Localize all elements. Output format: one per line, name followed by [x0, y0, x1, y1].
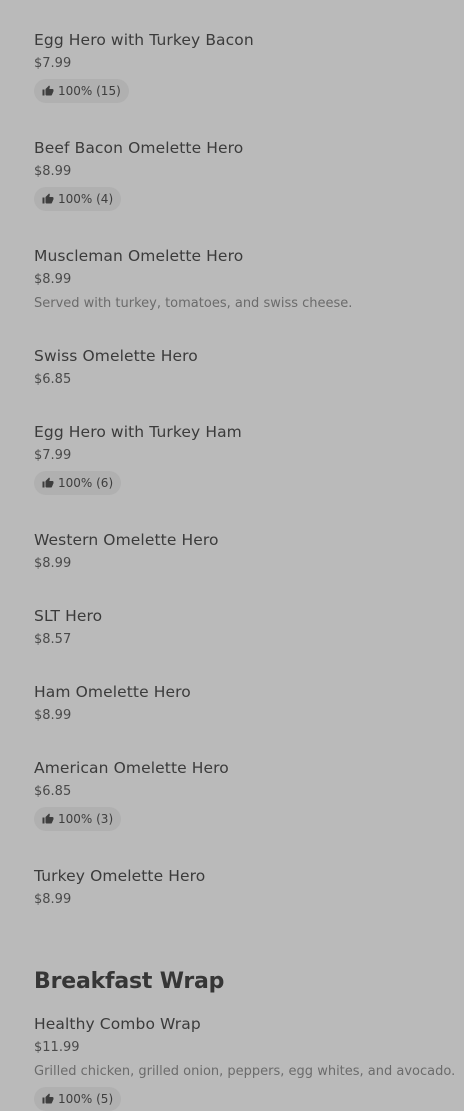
menu-item[interactable]: Healthy Combo Wrap $11.99 Grilled chicke…	[34, 1014, 456, 1111]
item-name: Swiss Omelette Hero	[34, 347, 198, 365]
thumbs-up-icon	[42, 813, 54, 825]
item-name: SLT Hero	[34, 607, 103, 625]
item-name: Turkey Omelette Hero	[34, 867, 206, 885]
rating-badge: 100% (6)	[34, 471, 122, 495]
rating-text: 100% (5)	[58, 1092, 114, 1106]
item-name: Western Omelette Hero	[34, 531, 219, 549]
item-price: $11.99	[34, 1040, 80, 1055]
item-name: American Omelette Hero	[34, 759, 229, 777]
item-name: Egg Hero with Turkey Ham	[34, 423, 242, 441]
item-price: $7.99	[34, 448, 72, 463]
item-price: $6.85	[34, 372, 72, 387]
thumbs-up-icon	[42, 85, 54, 97]
menu-item[interactable]: Egg Hero with Turkey Ham $7.99 100% (6)	[34, 422, 454, 495]
menu-item[interactable]: Muscleman Omelette Hero $8.99 Served wit…	[34, 246, 454, 313]
item-name: Egg Hero with Turkey Bacon	[34, 31, 254, 49]
rating-badge: 100% (15)	[34, 79, 129, 103]
rating-badge: 100% (5)	[34, 1087, 122, 1111]
item-price: $7.99	[34, 56, 72, 71]
menu-item[interactable]: Egg Hero with Turkey Bacon $7.99 100% (1…	[34, 30, 454, 103]
rating-badge: 100% (3)	[34, 807, 122, 831]
thumbs-up-icon	[42, 193, 54, 205]
item-description: Served with turkey, tomatoes, and swiss …	[34, 296, 353, 311]
menu-item[interactable]: Western Omelette Hero $8.99	[34, 530, 454, 573]
item-price: $8.99	[34, 892, 72, 907]
thumbs-up-icon	[42, 477, 54, 489]
menu-item[interactable]: Turkey Omelette Hero $8.99	[34, 866, 454, 909]
item-price: $8.57	[34, 632, 72, 647]
item-price: $6.85	[34, 784, 72, 799]
rating-text: 100% (4)	[58, 192, 114, 206]
thumbs-up-icon	[42, 1093, 54, 1105]
item-name: Beef Bacon Omelette Hero	[34, 139, 244, 157]
rating-text: 100% (3)	[58, 812, 114, 826]
item-price: $8.99	[34, 272, 72, 287]
item-price: $8.99	[34, 556, 72, 571]
item-name: Muscleman Omelette Hero	[34, 247, 244, 265]
menu-item[interactable]: American Omelette Hero $6.85 100% (3)	[34, 758, 454, 831]
section-title: Breakfast Wrap	[34, 969, 225, 994]
menu-item[interactable]: Swiss Omelette Hero $6.85	[34, 346, 454, 389]
menu-item[interactable]: SLT Hero $8.57	[34, 606, 454, 649]
item-name: Ham Omelette Hero	[34, 683, 191, 701]
menu-item[interactable]: Beef Bacon Omelette Hero $8.99 100% (4)	[34, 138, 454, 211]
rating-badge: 100% (4)	[34, 187, 122, 211]
menu-item[interactable]: Ham Omelette Hero $8.99	[34, 682, 454, 725]
item-description: Grilled chicken, grilled onion, peppers,…	[34, 1064, 456, 1079]
item-name: Healthy Combo Wrap	[34, 1015, 201, 1033]
item-price: $8.99	[34, 164, 72, 179]
item-price: $8.99	[34, 708, 72, 723]
rating-text: 100% (15)	[58, 84, 121, 98]
rating-text: 100% (6)	[58, 476, 114, 490]
